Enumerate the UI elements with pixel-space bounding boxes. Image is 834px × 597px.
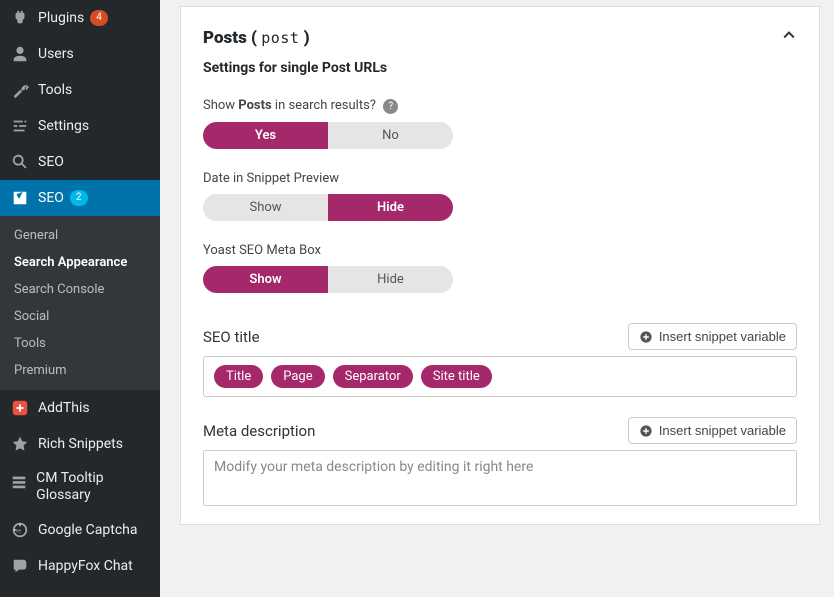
seo-title-field[interactable]: Title Page Separator Site title — [203, 356, 797, 397]
plus-circle-icon — [639, 424, 653, 438]
wrench-icon — [10, 80, 30, 100]
menu-label: AddThis — [38, 400, 90, 416]
insert-variable-button-2[interactable]: Insert snippet variable — [628, 417, 797, 444]
insert-variable-button[interactable]: Insert snippet variable — [628, 323, 797, 350]
sidebar-item-addthis[interactable]: AddThis — [0, 390, 160, 426]
show-posts-yes[interactable]: Yes — [203, 122, 328, 149]
show-posts-toggle: Yes No — [203, 122, 797, 149]
panel-title: Posts ( post ) — [203, 28, 310, 48]
metabox-hide[interactable]: Hide — [328, 266, 453, 293]
plugins-badge: 4 — [90, 10, 108, 26]
seo-badge: 2 — [70, 190, 88, 206]
metabox-toggle: Show Hide — [203, 266, 797, 293]
seo-submenu: General Search Appearance Search Console… — [0, 216, 160, 390]
sidebar-item-seo-plain[interactable]: SEO — [0, 144, 160, 180]
meta-desc-label: Meta description — [203, 422, 315, 440]
menu-label: Rich Snippets — [38, 436, 123, 452]
collapse-chevron-icon[interactable] — [781, 27, 797, 48]
sidebar-item-happyfox[interactable]: HappyFox Chat — [0, 548, 160, 584]
yoast-icon — [10, 188, 30, 208]
user-icon — [10, 44, 30, 64]
plug-icon — [10, 8, 30, 28]
recaptcha-icon: re — [10, 520, 30, 540]
submenu-premium[interactable]: Premium — [0, 357, 160, 384]
sidebar-item-seo-yoast[interactable]: SEO 2 — [0, 180, 160, 216]
chat-icon — [10, 556, 30, 576]
star-icon — [10, 434, 30, 454]
show-posts-label: Show Posts in search results? ? — [203, 98, 797, 114]
plus-square-icon — [10, 398, 30, 418]
menu-label: SEO — [38, 154, 64, 170]
help-icon[interactable]: ? — [383, 99, 398, 114]
date-snippet-label: Date in Snippet Preview — [203, 171, 797, 186]
date-snippet-show[interactable]: Show — [203, 194, 328, 221]
submenu-social[interactable]: Social — [0, 303, 160, 330]
seo-chip-page[interactable]: Page — [271, 365, 324, 388]
admin-sidebar: Plugins 4 Users Tools Settings SEO SEO 2 — [0, 0, 160, 597]
plus-circle-icon — [639, 330, 653, 344]
menu-label: Plugins — [38, 10, 84, 26]
seo-chip-sitetitle[interactable]: Site title — [421, 365, 492, 388]
svg-text:re: re — [16, 528, 21, 534]
search-icon — [10, 152, 30, 172]
meta-desc-block: Meta description Insert snippet variable… — [203, 417, 797, 506]
metabox-show[interactable]: Show — [203, 266, 328, 293]
menu-label: HappyFox Chat — [38, 558, 133, 574]
meta-desc-field[interactable]: Modify your meta description by editing … — [203, 450, 797, 506]
submenu-tools[interactable]: Tools — [0, 330, 160, 357]
menu-label: Users — [38, 46, 74, 62]
settings-panel: Posts ( post ) Settings for single Post … — [180, 6, 820, 525]
submenu-search-appearance[interactable]: Search Appearance — [0, 249, 160, 276]
sidebar-item-settings[interactable]: Settings — [0, 108, 160, 144]
sidebar-item-users[interactable]: Users — [0, 36, 160, 72]
menu-label: Tools — [38, 82, 72, 98]
seo-title-block: SEO title Insert snippet variable Title … — [203, 323, 797, 397]
seo-title-label: SEO title — [203, 328, 260, 346]
sidebar-item-rich-snippets[interactable]: Rich Snippets — [0, 426, 160, 462]
date-snippet-toggle: Show Hide — [203, 194, 797, 221]
submenu-search-console[interactable]: Search Console — [0, 276, 160, 303]
menu-label: SEO — [38, 190, 64, 206]
sidebar-item-tools[interactable]: Tools — [0, 72, 160, 108]
panel-subtitle: Settings for single Post URLs — [203, 60, 797, 76]
show-posts-no[interactable]: No — [328, 122, 453, 149]
sidebar-item-google-captcha[interactable]: re Google Captcha — [0, 512, 160, 548]
menu-label: Google Captcha — [38, 522, 138, 538]
submenu-general[interactable]: General — [0, 222, 160, 249]
menu-label: Settings — [38, 118, 89, 134]
sliders-icon — [10, 116, 30, 136]
seo-chip-separator[interactable]: Separator — [333, 365, 413, 388]
sidebar-item-cm-tooltip[interactable]: CM Tooltip Glossary — [0, 462, 160, 512]
sidebar-item-plugins[interactable]: Plugins 4 — [0, 0, 160, 36]
menu-label: CM Tooltip Glossary — [36, 470, 150, 504]
date-snippet-hide[interactable]: Hide — [328, 194, 453, 221]
seo-chip-title[interactable]: Title — [214, 365, 263, 388]
metabox-label: Yoast SEO Meta Box — [203, 243, 797, 258]
list-icon — [10, 472, 28, 492]
